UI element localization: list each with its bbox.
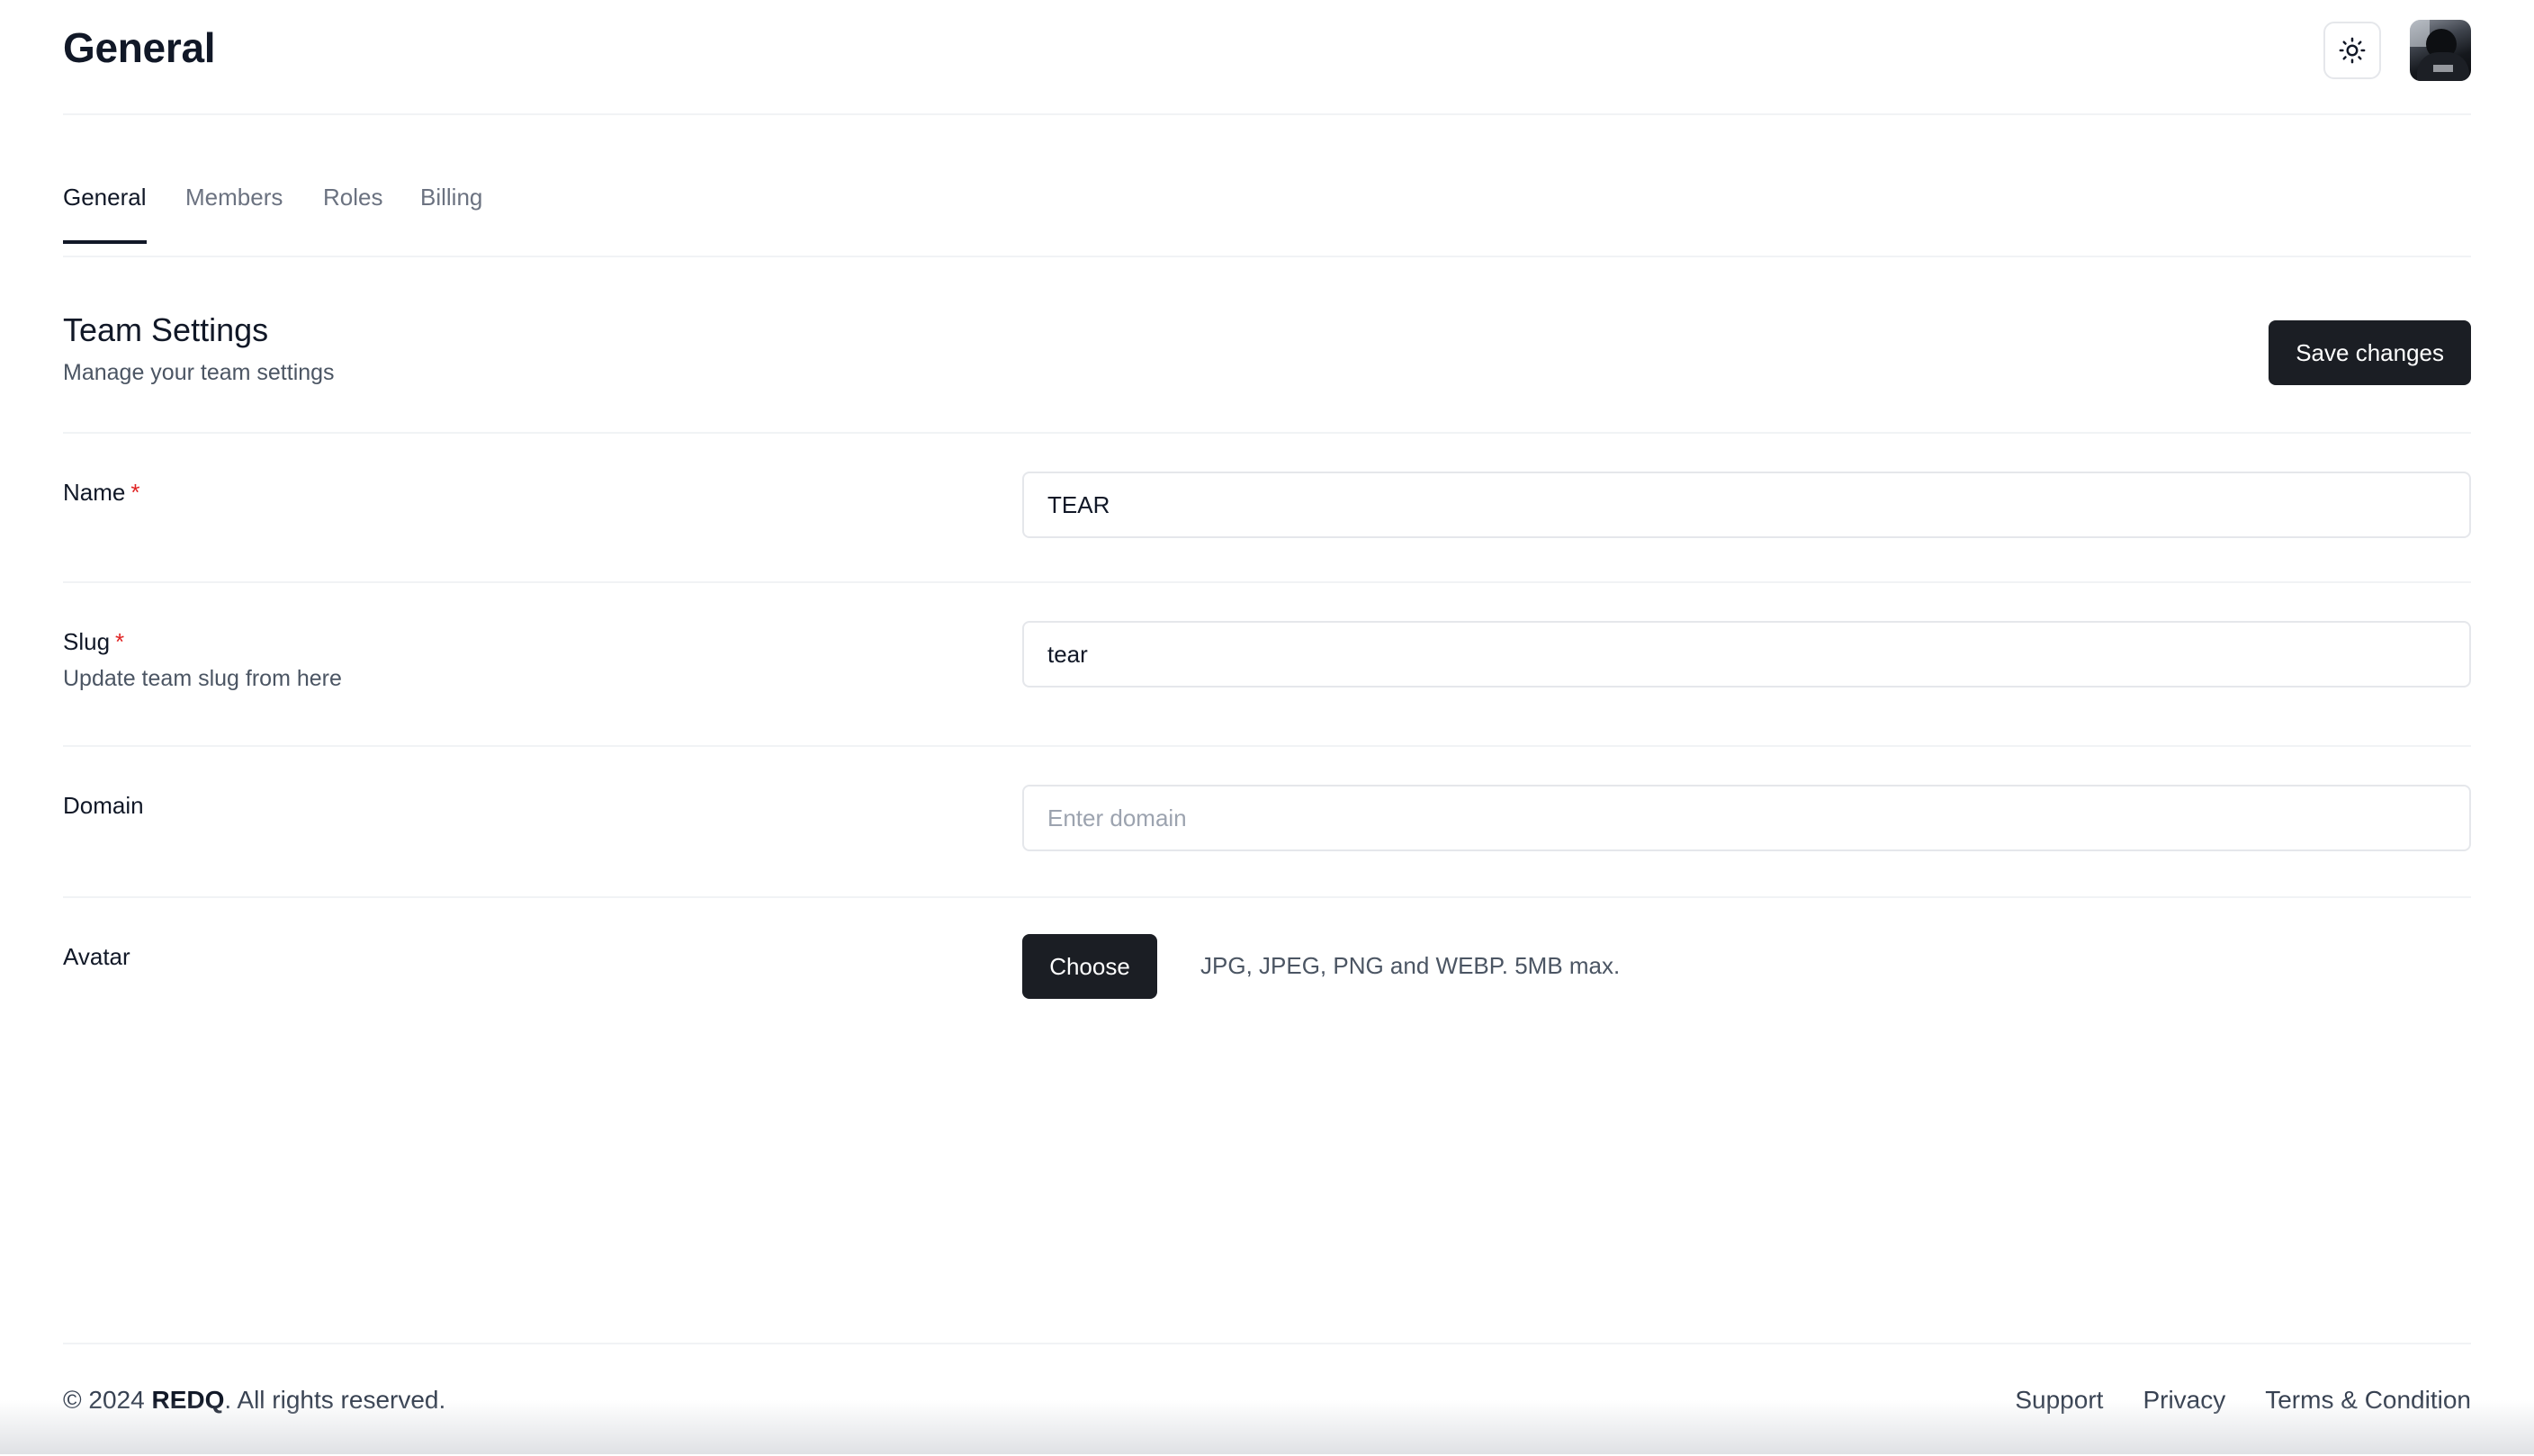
choose-file-button[interactable]: Choose xyxy=(1022,934,1157,999)
section-title: Team Settings xyxy=(63,311,269,348)
footer-link-privacy[interactable]: Privacy xyxy=(2143,1386,2225,1415)
user-avatar[interactable] xyxy=(2410,20,2471,81)
name-label-text: Name xyxy=(63,479,126,506)
tab-billing[interactable]: Billing xyxy=(420,184,482,238)
name-label: Name * xyxy=(63,479,139,507)
top-header: General xyxy=(63,0,2471,115)
settings-page: General General Members Roles Billing Te… xyxy=(63,0,2471,1454)
avatar-label: Avatar xyxy=(63,943,130,970)
slug-label-text: Slug xyxy=(63,628,111,655)
domain-input[interactable] xyxy=(1022,785,2471,851)
domain-row: Domain xyxy=(63,745,2471,898)
name-row: Name * xyxy=(63,432,2471,583)
footer-links: Support Privacy Terms & Condition xyxy=(2015,1386,2471,1415)
section-subtitle: Manage your team settings xyxy=(63,360,335,385)
tab-members[interactable]: Members xyxy=(185,184,283,238)
slug-label: Slug * xyxy=(63,628,124,656)
slug-row: Slug * Update team slug from here xyxy=(63,581,2471,747)
page-title: General xyxy=(63,24,216,71)
tab-general[interactable]: General xyxy=(63,184,147,244)
domain-label: Domain xyxy=(63,792,144,819)
footer-link-support[interactable]: Support xyxy=(2015,1386,2103,1415)
file-type-hint: JPG, JPEG, PNG and WEBP. 5MB max. xyxy=(1200,952,1621,979)
sun-icon xyxy=(2339,37,2366,64)
copyright-prefix: © 2024 xyxy=(63,1386,152,1414)
slug-input[interactable] xyxy=(1022,621,2471,688)
settings-tabs: General Members Roles Billing xyxy=(63,113,2471,257)
theme-toggle-button[interactable] xyxy=(2323,22,2381,79)
copyright-suffix: . All rights reserved. xyxy=(224,1386,446,1414)
avatar-row: Avatar Choose JPG, JPEG, PNG and WEBP. 5… xyxy=(63,896,2471,1049)
footer-link-terms[interactable]: Terms & Condition xyxy=(2265,1386,2471,1415)
save-changes-button[interactable]: Save changes xyxy=(2269,320,2471,385)
tab-roles[interactable]: Roles xyxy=(323,184,382,238)
slug-help-text: Update team slug from here xyxy=(63,666,342,691)
brand-name: REDQ xyxy=(151,1386,225,1414)
team-settings-header: Team Settings Manage your team settings … xyxy=(63,256,2471,434)
copyright-text: © 2024 REDQ. All rights reserved. xyxy=(63,1386,445,1415)
page-footer: © 2024 REDQ. All rights reserved. Suppor… xyxy=(63,1343,2471,1456)
required-mark: * xyxy=(130,479,140,506)
name-input[interactable] xyxy=(1022,472,2471,538)
required-mark: * xyxy=(115,628,125,655)
